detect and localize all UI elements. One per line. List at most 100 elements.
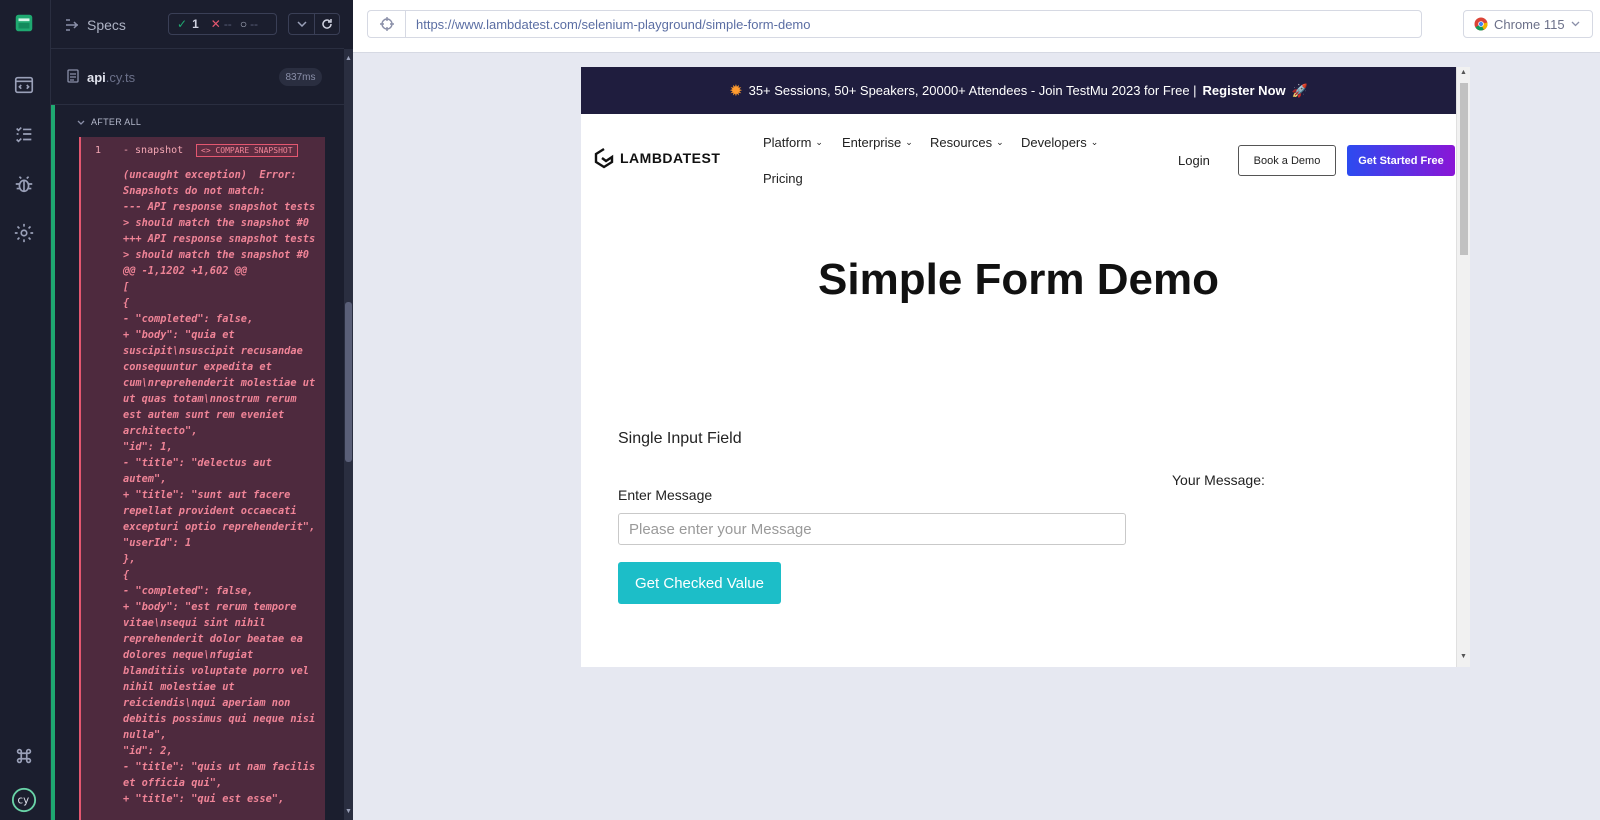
specs-nav-icon[interactable] — [12, 73, 36, 97]
error-line: - "title": "quis ut nam facilis — [123, 761, 316, 773]
get-checked-value-button[interactable]: Get Checked Value — [618, 562, 781, 604]
error-line: - "completed": false, — [123, 585, 254, 597]
error-line: @@ -1,1202 +1,602 @@ — [123, 265, 247, 277]
error-line: - "completed": false, — [123, 313, 254, 325]
browser-selector[interactable]: Chrome 115 — [1463, 10, 1593, 38]
nav-enterprise-label: Enterprise — [842, 135, 902, 150]
error-line: + "title": "qui est esse", — [123, 793, 285, 805]
debug-nav-icon[interactable] — [12, 172, 36, 196]
reporter-header: Specs ✓ 1 ✕ -- ○ -- — [51, 0, 344, 49]
chevron-down-icon — [77, 120, 85, 125]
scroll-up-arrow-icon[interactable]: ▲ — [344, 55, 353, 62]
project-icon[interactable] — [12, 11, 36, 35]
testing-preferences-button[interactable] — [288, 13, 314, 35]
lambdatest-logo[interactable]: LAMBDATEST — [593, 147, 720, 169]
reporter-scrollbar-thumb[interactable] — [345, 302, 352, 462]
spec-duration-badge: 837ms — [279, 68, 322, 86]
logo-text: LAMBDATEST — [620, 150, 721, 166]
aut-scrollbar[interactable]: ▲ ▼ — [1456, 67, 1470, 667]
lambdatest-logo-icon — [594, 147, 614, 169]
chevron-down-icon — [296, 21, 307, 27]
crosshair-icon — [379, 17, 394, 31]
runs-nav-icon[interactable] — [12, 122, 36, 146]
aut-browser: https://www.lambdatest.com/selenium-play… — [353, 0, 1600, 820]
failed-x-icon: ✕ — [210, 17, 221, 31]
explosion-icon: ✹ — [729, 82, 743, 100]
error-line: nihil molestiae ut — [123, 681, 235, 693]
settings-gear-icon[interactable] — [12, 221, 36, 245]
chevron-down-icon — [1571, 21, 1580, 27]
error-line: debitis possimus qui neque nisi — [123, 713, 316, 725]
spec-file-name: api.cy.ts — [87, 70, 135, 85]
document-icon — [67, 69, 79, 83]
login-link[interactable]: Login — [1178, 153, 1210, 168]
hook-section: AFTER ALL 1 - snapshot <> COMPARE SNAPSH… — [51, 105, 344, 820]
command-name: - snapshot — [123, 145, 184, 156]
message-input[interactable] — [618, 513, 1126, 545]
scroll-down-arrow-icon[interactable]: ▼ — [344, 808, 353, 815]
register-now-link[interactable]: Register Now — [1203, 83, 1286, 98]
nav-pricing-label: Pricing — [763, 171, 803, 186]
spec-extension: .cy.ts — [105, 70, 136, 85]
hook-title[interactable]: AFTER ALL — [77, 117, 141, 127]
section-title: Single Input Field — [618, 430, 742, 447]
scroll-up-arrow-icon[interactable]: ▲ — [1460, 69, 1467, 76]
error-line: > should match the snapshot #0 — [123, 249, 309, 261]
error-line: dolores neque\nfugiat — [123, 649, 254, 661]
nav-pricing[interactable]: Pricing — [763, 171, 803, 186]
page-title: Simple Form Demo — [818, 255, 1219, 304]
error-line: reiciendis\nqui aperiam non — [123, 697, 291, 709]
error-line: et officia qui", — [123, 777, 223, 789]
nav-resources[interactable]: Resources ⌄ — [930, 135, 1004, 150]
error-line: "id": 2, — [123, 745, 173, 757]
book-demo-button[interactable]: Book a Demo — [1238, 145, 1336, 176]
error-message: (uncaught exception) Error: Snapshots do … — [123, 167, 323, 807]
error-line: nulla", — [123, 729, 167, 741]
error-line: vitae\nsequi sint nihil — [123, 617, 266, 629]
chrome-icon — [1474, 17, 1488, 31]
run-stats: ✓ 1 ✕ -- ○ -- — [168, 13, 277, 35]
error-line: blanditiis voluptate porro vel — [123, 665, 309, 677]
aut-scrollbar-thumb[interactable] — [1460, 83, 1468, 255]
nav-developers[interactable]: Developers ⌄ — [1021, 135, 1098, 150]
nav-developers-label: Developers — [1021, 135, 1087, 150]
enter-message-label: Enter Message — [618, 487, 713, 503]
nav-resources-label: Resources — [930, 135, 993, 150]
failed-command-row[interactable]: 1 - snapshot <> COMPARE SNAPSHOT (uncaug… — [79, 137, 325, 820]
error-line: }, — [123, 553, 136, 565]
reporter-scrollbar[interactable] — [344, 49, 353, 820]
error-line: (uncaught exception) Error: — [123, 169, 297, 181]
error-line: cum\nreprehenderit molestiae ut — [123, 377, 316, 389]
error-line: architecto", — [123, 425, 198, 437]
spec-file-row[interactable]: api.cy.ts 837ms — [51, 49, 344, 105]
refresh-icon — [322, 19, 332, 29]
error-line: ut quas totam\nnostrum rerum — [123, 393, 297, 405]
specs-label: Specs — [87, 17, 126, 33]
chevron-down-icon: ⌄ — [815, 137, 823, 147]
compare-snapshot-badge[interactable]: <> COMPARE SNAPSHOT — [196, 144, 298, 157]
get-started-button[interactable]: Get Started Free — [1347, 145, 1455, 176]
specs-toggle-button[interactable]: Specs — [65, 14, 126, 36]
error-line: + "body": "quia et — [123, 329, 235, 341]
banner-text: 35+ Sessions, 50+ Speakers, 20000+ Atten… — [748, 83, 1197, 98]
rerun-button[interactable] — [314, 13, 340, 35]
chevron-down-icon: ⌄ — [996, 137, 1004, 147]
scroll-down-arrow-icon[interactable]: ▼ — [1460, 653, 1467, 660]
nav-enterprise[interactable]: Enterprise ⌄ — [842, 135, 913, 150]
error-line: { — [123, 569, 130, 581]
keyboard-shortcuts-icon[interactable] — [12, 744, 36, 768]
nav-platform[interactable]: Platform ⌄ — [763, 135, 823, 150]
your-message-label: Your Message: — [1172, 472, 1265, 488]
error-line: + "title": "sunt aut facere — [123, 489, 291, 501]
chevron-down-icon: ⌄ — [1090, 137, 1099, 147]
hook-label: AFTER ALL — [91, 117, 142, 127]
error-line: excepturi optio reprehenderit", — [123, 521, 316, 533]
error-line: + "body": "est rerum tempore — [123, 601, 297, 613]
error-line: "userId": 1 — [123, 537, 192, 549]
error-line: "id": 1, — [123, 441, 173, 453]
application-under-test-frame: ✹ 35+ Sessions, 50+ Speakers, 20000+ Att… — [581, 67, 1470, 667]
selector-playground-button[interactable] — [367, 10, 405, 38]
error-line: est autem sunt rem eveniet — [123, 409, 285, 421]
reporter-header-fill — [344, 0, 353, 49]
url-bar[interactable]: https://www.lambdatest.com/selenium-play… — [405, 10, 1422, 38]
